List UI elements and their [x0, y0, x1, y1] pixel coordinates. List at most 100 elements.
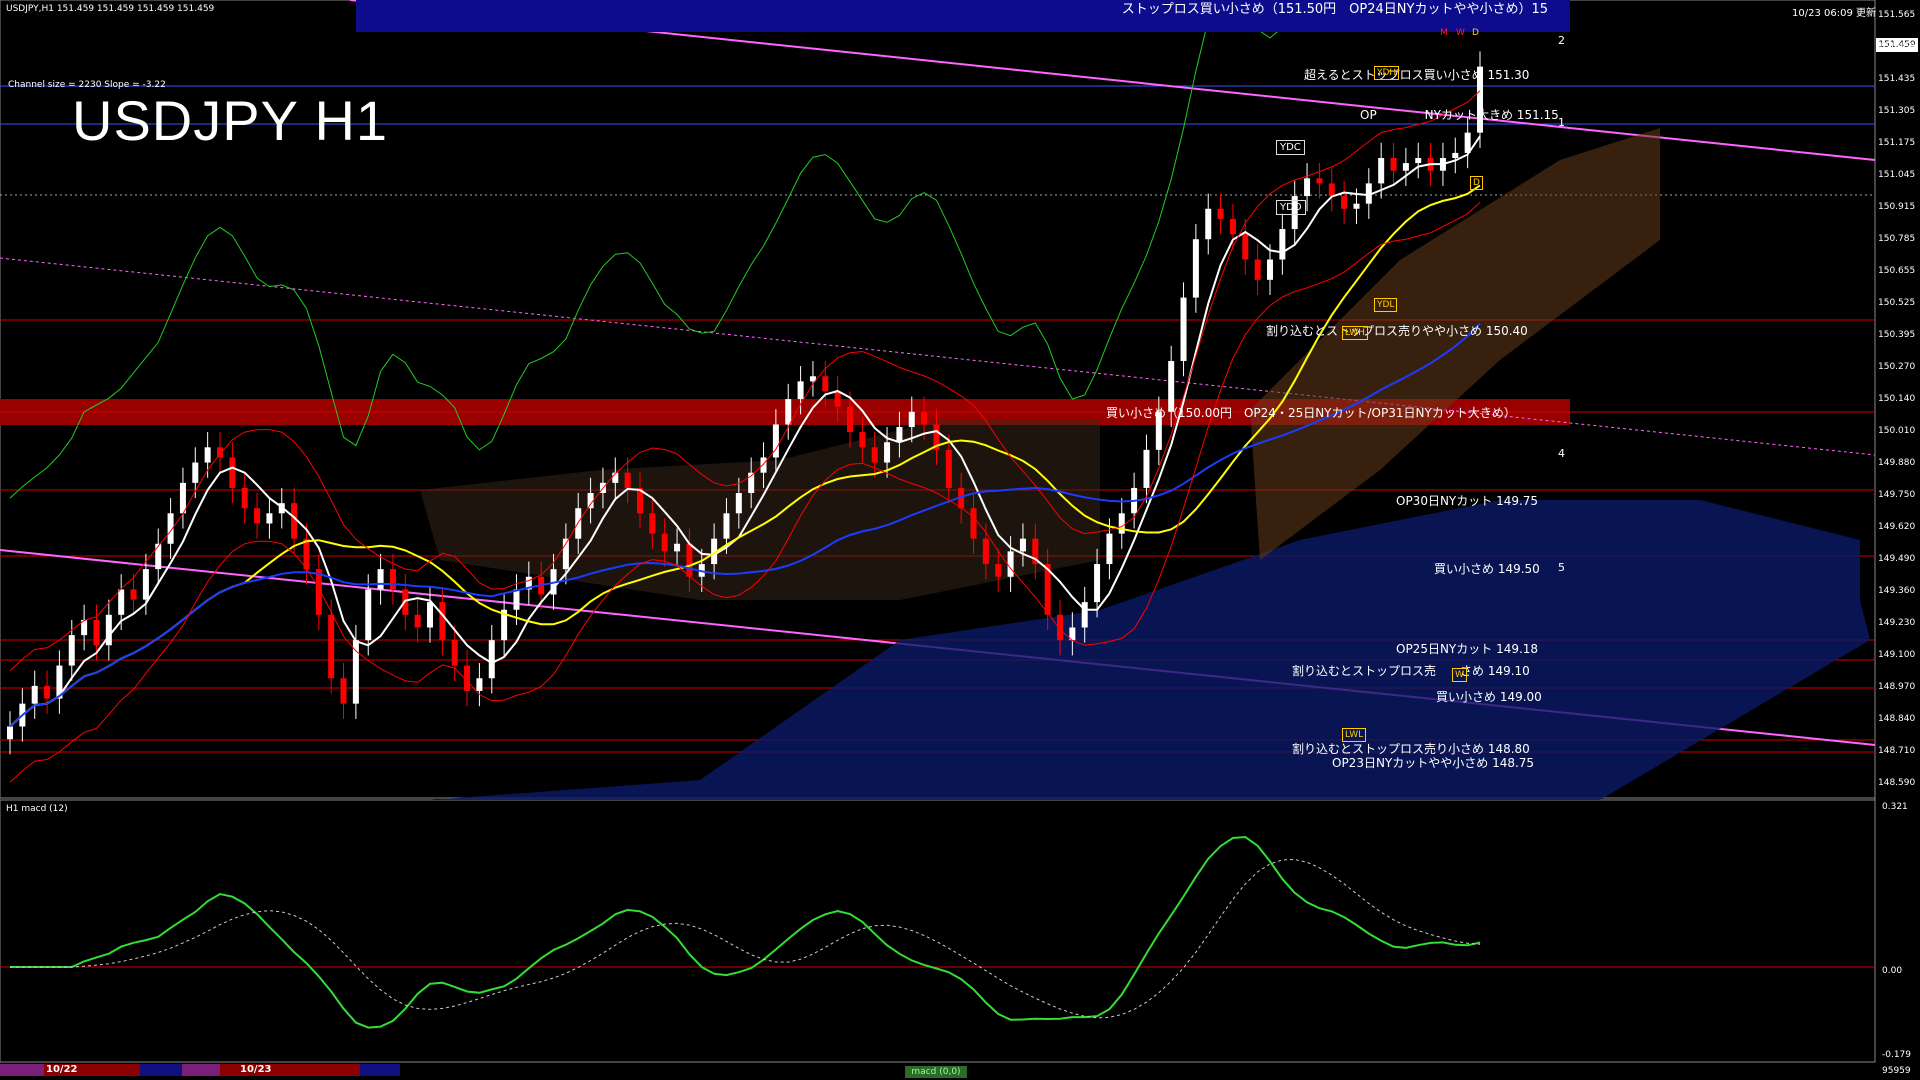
ohlc-readout: USDJPY,H1 151.459 151.459 151.459 151.45… — [6, 4, 215, 14]
level-label-6: OP25日NYカット 149.18 — [1396, 642, 1539, 656]
candle-body — [1143, 449, 1150, 488]
candle-body — [797, 381, 804, 400]
candle-body — [365, 589, 372, 641]
date-label-1022: 10/22 — [46, 1064, 78, 1075]
candle-body — [1217, 208, 1224, 219]
candle-body — [1341, 196, 1348, 209]
y-tick-14: 149.880 — [1878, 458, 1916, 468]
ydo-label: YDO — [1276, 200, 1306, 215]
candle-body — [68, 635, 75, 666]
candle-body — [1057, 614, 1063, 641]
candle-body — [476, 678, 483, 691]
candle-body — [760, 457, 767, 473]
candle-body — [439, 602, 446, 641]
candle-body — [1353, 203, 1360, 209]
y-tick-24: 148.590 — [1878, 778, 1916, 788]
candle-body — [661, 533, 668, 552]
ydc-label: YDC — [1276, 140, 1305, 155]
candle-body — [1019, 538, 1026, 552]
level-label-0: 超えるとストップロス買い小さめ 151.30 — [1304, 68, 1530, 82]
lwl-label: LWL — [1342, 728, 1367, 742]
candle-body — [155, 543, 162, 570]
y-tick-13: 150.010 — [1878, 426, 1916, 436]
candle-body — [229, 457, 236, 488]
level-label-8: 買い小さめ 149.00 — [1436, 690, 1542, 704]
candle-body — [241, 487, 248, 509]
candle-body — [847, 406, 853, 433]
candle-body — [44, 685, 51, 699]
candle-body — [1304, 178, 1311, 197]
candle-body — [204, 447, 211, 463]
macd-label: H1 macd (12) — [6, 804, 68, 814]
ydl-label: YDL — [1374, 298, 1398, 312]
y-tick-19: 149.230 — [1878, 618, 1916, 628]
candle-body — [1118, 513, 1125, 534]
candle-body — [1415, 158, 1422, 164]
candle-body — [488, 640, 495, 679]
level-label-3: 買い小さめ（150.00円 OP24・25日NYカット/OP31日NYカット大き… — [1106, 406, 1516, 420]
candle-body — [1378, 158, 1385, 184]
y-tick-8: 150.655 — [1878, 266, 1916, 276]
wave-4: 4 — [1558, 447, 1565, 460]
macd-tick-2: -0.179 — [1882, 1050, 1912, 1060]
candle-body — [1402, 163, 1409, 171]
candle-body — [859, 432, 866, 448]
candle-body — [377, 569, 384, 590]
y-tick-15: 149.750 — [1878, 490, 1916, 500]
wave-2: 2 — [1558, 34, 1565, 47]
candle-body — [142, 569, 149, 600]
level-label-1: OP NYカット大きめ 151.15 — [1360, 108, 1559, 122]
candle-body — [982, 538, 989, 565]
candle-body — [1390, 158, 1397, 171]
macd-tab[interactable]: macd (0,0) — [905, 1066, 967, 1078]
wave-1: 1 — [1558, 116, 1565, 129]
candle-body — [624, 472, 631, 488]
candle-body — [896, 427, 903, 443]
candle-body — [1192, 239, 1199, 298]
candle-body — [1267, 259, 1273, 280]
candle-body — [254, 508, 261, 524]
lwh-label: LWH — [1342, 326, 1368, 340]
candle-body — [427, 602, 433, 628]
top-banner: ストップロス買い小さめ（151.50円 OP24日NYカットやや小さめ）15 — [356, 0, 1570, 32]
chart-canvas[interactable] — [0, 0, 1920, 1080]
candle-body — [921, 411, 928, 425]
y-tick-23: 148.710 — [1878, 746, 1916, 756]
candle-body — [179, 482, 186, 514]
y-tick-10: 150.395 — [1878, 330, 1916, 340]
candle-body — [1452, 152, 1459, 159]
level-label-10: OP23日NYカットやや小さめ 148.75 — [1332, 756, 1535, 770]
candle-body — [1106, 533, 1113, 565]
y-tick-11: 150.270 — [1878, 362, 1916, 372]
candle-body — [7, 726, 13, 740]
level-label-7: 割り込むとストップロス売 さめ 149.10 — [1292, 664, 1530, 678]
candle-body — [735, 493, 742, 514]
candle-body — [303, 538, 310, 570]
update-timestamp: 10/23 06:09 更新 — [1792, 8, 1876, 19]
level-label-5: 買い小さめ 149.50 — [1434, 562, 1540, 576]
candle-body — [575, 508, 582, 539]
candle-body — [192, 462, 199, 483]
candle-body — [995, 564, 1002, 577]
candle-body — [1316, 178, 1323, 184]
candle-body — [414, 614, 421, 628]
macd-tick-3: 95959 — [1882, 1066, 1911, 1076]
candle-body — [118, 589, 125, 615]
candle-body — [291, 503, 298, 539]
candle-body — [93, 619, 100, 646]
y-tick-5: 151.045 — [1878, 170, 1916, 180]
candle-body — [822, 376, 829, 392]
w-label-lower: W — [1452, 668, 1467, 682]
y-tick-4: 151.175 — [1878, 138, 1916, 148]
y-tick-17: 149.490 — [1878, 554, 1916, 564]
y-tick-21: 148.970 — [1878, 682, 1916, 692]
candle-body — [1007, 551, 1014, 577]
tf-w: W — [1456, 28, 1465, 38]
candle-body — [785, 399, 792, 425]
candle-body — [340, 678, 347, 704]
candle-body — [1254, 259, 1261, 280]
candle-body — [31, 685, 38, 704]
candle-body — [1229, 218, 1236, 235]
y-tick-2: 151.435 — [1878, 74, 1916, 84]
candle-body — [674, 543, 681, 552]
